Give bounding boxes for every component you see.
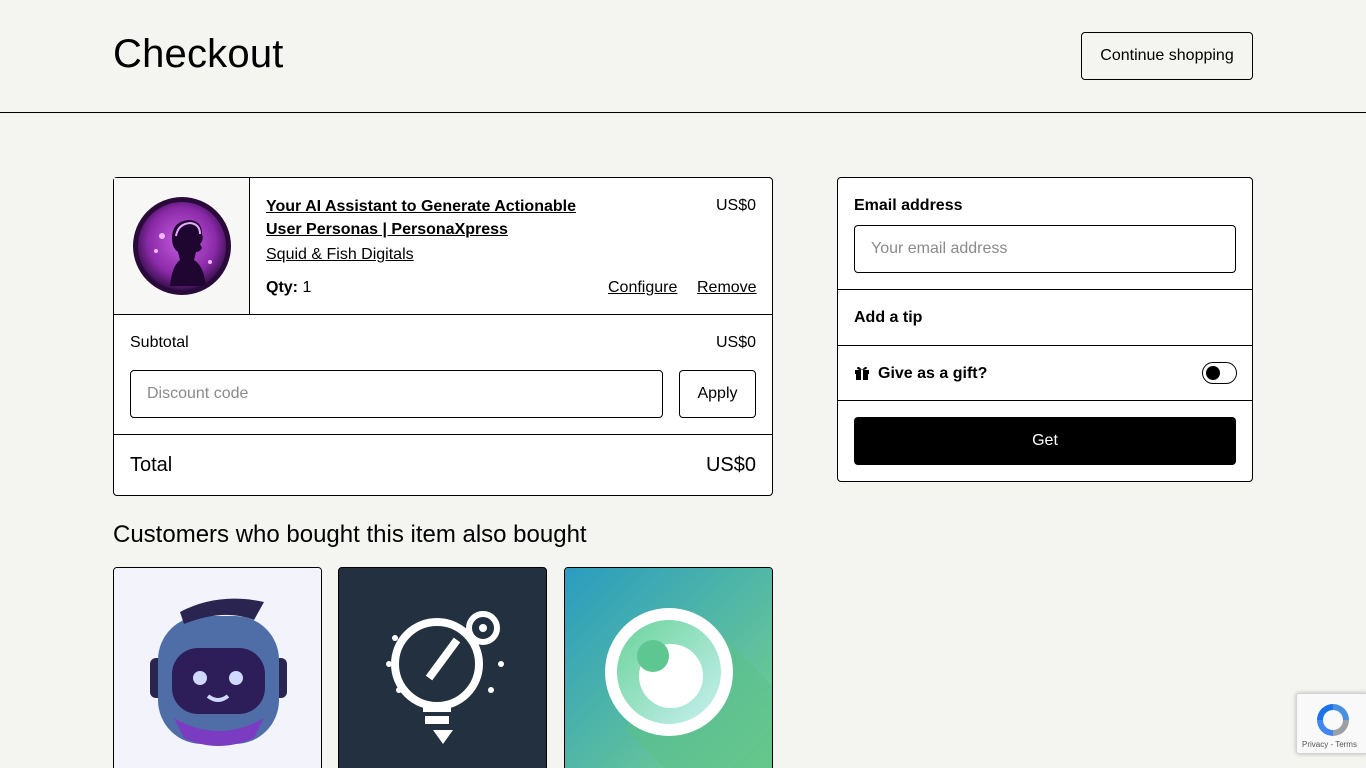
add-tip-toggle[interactable]: Add a tip [854, 309, 922, 327]
page-title: Checkout [113, 32, 284, 76]
gift-label: Give as a gift? [878, 365, 988, 382]
recommendations-title: Customers who bought this item also boug… [113, 521, 587, 548]
robot-mascot-icon [114, 568, 321, 768]
recaptcha-links[interactable]: Privacy - Terms [1302, 740, 1357, 749]
recommendation-card[interactable] [113, 567, 322, 768]
gift-toggle[interactable] [1202, 362, 1237, 384]
subtotal-value: US$0 [715, 334, 756, 351]
recaptcha-icon [1317, 704, 1349, 736]
checkout-form-panel: Email address Add a tip Give as a gift? … [837, 177, 1253, 482]
persona-avatar-icon [132, 197, 231, 295]
quantity-label: Qty: [266, 279, 298, 296]
configure-link[interactable]: Configure [608, 279, 677, 297]
product-thumbnail[interactable] [114, 178, 250, 314]
gift-icon [855, 366, 869, 380]
divider [838, 289, 1252, 290]
subtotal-label: Subtotal [130, 334, 189, 351]
quantity-value: 1 [302, 279, 312, 296]
total-value: US$0 [705, 454, 756, 476]
toggle-knob [1206, 366, 1220, 380]
eye-icon [565, 568, 772, 768]
recommendation-card[interactable] [564, 567, 773, 768]
email-label: Email address [854, 197, 963, 214]
email-field[interactable] [854, 225, 1236, 273]
total-label: Total [130, 454, 173, 476]
seller-link[interactable]: Squid & Fish Digitals [266, 246, 414, 264]
discount-code-input[interactable] [130, 370, 663, 418]
subtotal-section: Subtotal US$0 Apply [114, 315, 772, 435]
product-title-link[interactable]: Your AI Assistant to Generate Actionable… [266, 195, 596, 241]
page-header: Checkout Continue shopping [0, 0, 1366, 113]
divider [838, 400, 1252, 401]
lightbulb-icon [339, 568, 546, 768]
cart-item: Your AI Assistant to Generate Actionable… [114, 178, 772, 315]
cart-panel: Your AI Assistant to Generate Actionable… [113, 177, 773, 496]
remove-link[interactable]: Remove [697, 279, 757, 297]
recommendation-card[interactable] [338, 567, 547, 768]
apply-discount-button[interactable]: Apply [679, 370, 756, 418]
divider [838, 345, 1252, 346]
get-button[interactable]: Get [854, 417, 1236, 465]
continue-shopping-button[interactable]: Continue shopping [1081, 32, 1253, 80]
item-price: US$0 [715, 197, 756, 214]
recaptcha-badge[interactable]: Privacy - Terms [1296, 693, 1366, 754]
quantity: Qty: 1 [266, 279, 311, 297]
